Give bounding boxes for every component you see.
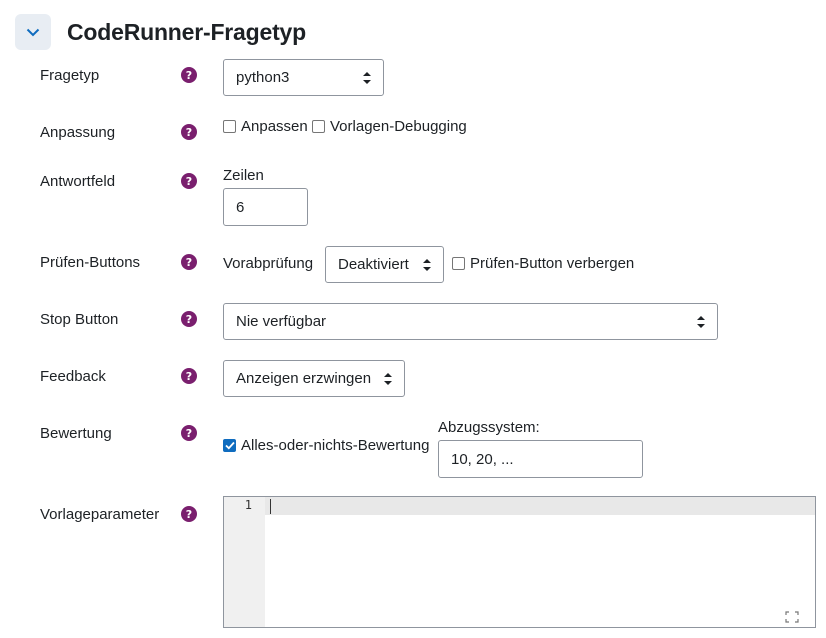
- zeilen-label: Zeilen: [223, 167, 264, 184]
- label-feedback: Feedback: [40, 368, 106, 385]
- label-fragetyp: Fragetyp: [40, 67, 100, 84]
- zeilen-value: 6: [236, 198, 245, 216]
- page: CodeRunner-Fragetyp Fragetyp ? python3 A…: [0, 0, 826, 638]
- section-header: CodeRunner-Fragetyp: [15, 13, 306, 51]
- abzugssystem-label: Abzugssystem:: [438, 419, 540, 436]
- feedback-select[interactable]: Anzeigen erzwingen: [223, 360, 405, 397]
- chevron-down-icon: [26, 28, 40, 36]
- collapse-button[interactable]: [15, 14, 51, 50]
- alles-oder-nichts-label: Alles-oder-nichts-Bewertung: [241, 437, 430, 454]
- stop-button-value: Nie verfügbar: [236, 313, 327, 330]
- label-anpassung: Anpassung: [40, 124, 116, 141]
- select-caret-icon: [697, 315, 705, 328]
- abzugssystem-input[interactable]: 10, 20, ...: [438, 440, 643, 478]
- label-bewertung: Bewertung: [40, 425, 112, 442]
- help-icon[interactable]: ?: [181, 506, 197, 522]
- vorlagen-debugging-label: Vorlagen-Debugging: [330, 118, 467, 135]
- feedback-value: Anzeigen erzwingen: [236, 370, 372, 387]
- vorlagen-debugging-checkbox[interactable]: Vorlagen-Debugging: [312, 118, 467, 135]
- vorlageparameter-editor[interactable]: 1: [223, 496, 816, 628]
- expand-icon[interactable]: [785, 611, 799, 623]
- pruefen-verbergen-checkbox[interactable]: Prüfen-Button verbergen: [452, 255, 634, 272]
- label-stop-button: Stop Button: [40, 311, 119, 328]
- select-caret-icon: [363, 71, 371, 84]
- abzugssystem-value: 10, 20, ...: [451, 450, 514, 468]
- select-caret-icon: [423, 258, 431, 271]
- pruefen-verbergen-label: Prüfen-Button verbergen: [470, 255, 635, 272]
- anpassen-checkbox[interactable]: Anpassen: [223, 118, 308, 135]
- help-icon[interactable]: ?: [181, 173, 197, 189]
- label-antwortfeld: Antwortfeld: [40, 173, 116, 190]
- stop-button-select[interactable]: Nie verfügbar: [223, 303, 718, 340]
- vorabpruefung-label: Vorabprüfung: [223, 255, 314, 272]
- label-vorlageparameter: Vorlageparameter: [40, 506, 160, 523]
- fragetyp-value: python3: [236, 69, 290, 86]
- checkmark-icon: [224, 441, 235, 450]
- vorabpruefung-value: Deaktiviert: [338, 256, 409, 273]
- alles-oder-nichts-checkbox[interactable]: Alles-oder-nichts-Bewertung: [223, 437, 429, 454]
- checkbox-box[interactable]: [312, 120, 325, 133]
- checkbox-box-checked[interactable]: [223, 439, 236, 452]
- help-icon[interactable]: ?: [181, 67, 197, 83]
- zeilen-input[interactable]: 6: [223, 188, 308, 226]
- section-title: CodeRunner-Fragetyp: [67, 18, 306, 45]
- fragetyp-select[interactable]: python3: [223, 59, 384, 96]
- select-caret-icon: [384, 372, 392, 385]
- help-icon[interactable]: ?: [181, 124, 197, 140]
- editor-gutter: [224, 497, 265, 627]
- editor-active-line: [265, 497, 815, 515]
- label-pruefen-buttons: Prüfen-Buttons: [40, 254, 141, 271]
- editor-line-number: 1: [244, 498, 252, 512]
- help-icon[interactable]: ?: [181, 425, 197, 441]
- editor-cursor: [270, 499, 271, 514]
- anpassen-label: Anpassen: [241, 118, 308, 135]
- vorabpruefung-select[interactable]: Deaktiviert: [325, 246, 444, 283]
- checkbox-box[interactable]: [223, 120, 236, 133]
- help-icon[interactable]: ?: [181, 254, 197, 270]
- help-icon[interactable]: ?: [181, 311, 197, 327]
- checkbox-box[interactable]: [452, 257, 465, 270]
- help-icon[interactable]: ?: [181, 368, 197, 384]
